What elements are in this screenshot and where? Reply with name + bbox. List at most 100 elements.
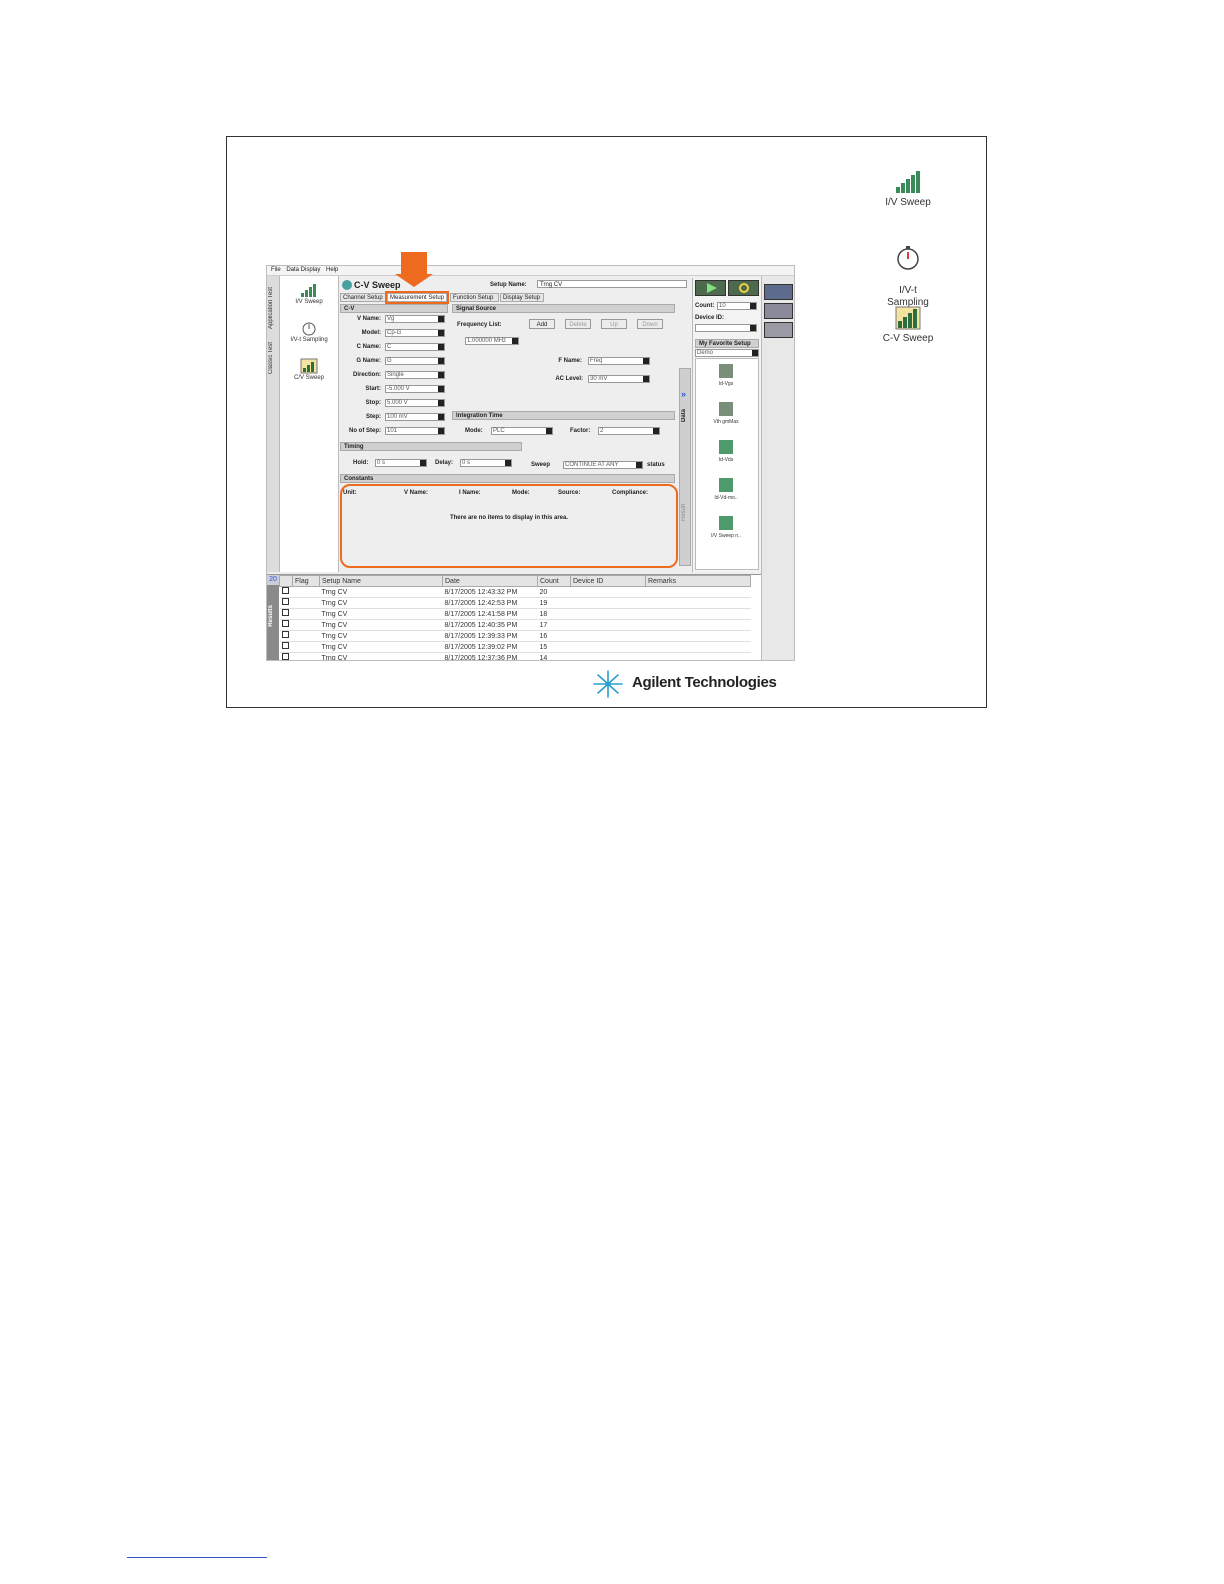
desktop-icon-cv-sweep[interactable]: C-V Sweep [863,305,953,345]
hold-input[interactable]: 0 s [375,459,427,467]
favorite-item-label: I/V Sweep n.. [711,533,741,539]
menu-data-display[interactable]: Data Display [286,266,320,275]
delay-label: Delay: [435,460,454,466]
favorite-setup-header[interactable]: My Favorite Setup [695,339,759,348]
col-device-id[interactable]: Device ID [570,575,646,587]
c-name-input[interactable]: C [385,343,445,351]
model-select[interactable]: Cp-G [385,329,445,337]
run-button[interactable] [695,280,726,296]
g-name-input[interactable]: G [385,357,445,365]
right-column: Count: 10 Device ID: My Favorite Setup D… [692,278,761,572]
signal-source-header: Signal Source [452,304,675,313]
row-checkbox[interactable] [281,631,289,638]
favorite-item-id-vds[interactable]: Id-Vds [706,439,746,463]
desktop-icon-ivt-sampling[interactable]: I/V-t Sampling [863,233,953,309]
mode-label: Mode: [465,428,483,434]
col-date[interactable]: Date [442,575,538,587]
timing-header: Timing [340,442,522,451]
f-name-input[interactable]: Freq [588,357,650,365]
iv-sweep-icon [719,364,733,378]
table-row[interactable]: Trng CV 8/17/2005 12:40:35 PM 17 [279,619,751,631]
iv-sweep-icon [719,440,733,454]
device-id-input[interactable] [695,324,757,332]
favorite-item-id-vd-mo[interactable]: Id-Vd-mo.. [706,477,746,501]
iv-sweep-icon [719,516,733,530]
up-frequency-button[interactable]: Up [601,319,627,329]
model-label: Model: [361,330,381,336]
tab-display-setup[interactable]: Display Setup [500,293,544,302]
iv-sweep-icon [301,284,316,297]
add-frequency-button[interactable]: Add [529,319,555,329]
favorite-item-iv-sweep[interactable]: I/V Sweep n.. [706,515,746,539]
row-checkbox[interactable] [281,620,289,627]
left-item-cv-sweep[interactable]: C/V Sweep [284,358,334,381]
row-checkbox[interactable] [281,609,289,616]
tab-measurement-setup[interactable]: Measurement Setup [385,291,449,304]
table-row[interactable]: Trng CV 8/17/2005 12:42:53 PM 19 [279,597,751,609]
setup-name-label: Setup Name: [490,282,527,288]
constants-col-v-name: V Name: [404,490,429,496]
direction-select[interactable]: Single [385,371,445,379]
agilent-logo: Agilent Technologies [588,669,777,699]
row-checkbox[interactable] [281,653,289,660]
favorite-item-id-vgs[interactable]: Id-Vgs [706,363,746,387]
repeat-icon [739,283,749,293]
col-flag[interactable]: Flag [292,575,320,587]
table-row[interactable]: Trng CV 8/17/2005 12:37:36 PM 14 [279,652,751,660]
col-remarks[interactable]: Remarks [645,575,751,587]
f-name-label: F Name: [558,358,582,364]
delay-input[interactable]: 0 s [460,459,512,467]
left-item-ivt-sampling[interactable]: I/V-t Sampling [284,320,334,343]
factor-input[interactable]: 2 [598,427,660,435]
row-checkbox[interactable] [281,598,289,605]
brand-name: Agilent Technologies [632,674,777,691]
results-panel: 20 Results Flag Setup Name Date Count De… [267,574,761,660]
setup-name-input[interactable]: Trng CV [537,280,687,288]
step-input[interactable]: 100 mV [385,413,445,421]
start-input[interactable]: -5.000 V [385,385,445,393]
repeat-button[interactable] [728,280,759,296]
favorite-filter-select[interactable]: Demo [695,349,759,357]
no-of-step-input[interactable]: 101 [385,427,445,435]
favorite-item-vth-gmmax[interactable]: Vth gmMax [706,401,746,425]
down-frequency-button[interactable]: Down [637,319,663,329]
col-setup-name[interactable]: Setup Name [319,575,443,587]
row-checkbox[interactable] [281,587,289,594]
window-button-3[interactable] [764,322,793,338]
delete-frequency-button[interactable]: Delete [565,319,591,329]
window-button-2[interactable] [764,303,793,319]
tab-classic-test[interactable]: Classic Test [268,338,278,378]
table-row[interactable]: Trng CV 8/17/2005 12:39:33 PM 16 [279,630,751,642]
tab-function-setup[interactable]: Function Setup [450,293,499,302]
desktop-icon-iv-sweep[interactable]: I/V Sweep [863,169,953,209]
iv-sweep-icon [719,478,733,492]
cv-section-header: C-V [340,304,448,313]
table-row[interactable]: Trng CV 8/17/2005 12:39:02 PM 15 [279,641,751,653]
mode-select[interactable]: PLC [491,427,553,435]
menu-help[interactable]: Help [326,266,338,275]
frequency-list-label: Frequency List: [457,322,502,328]
sweep-select[interactable]: CONTINUE AT ANY [563,461,643,469]
count-input[interactable]: 10 [717,302,757,310]
tab-channel-setup[interactable]: Channel Setup [340,293,386,302]
window-button-1[interactable] [764,284,793,300]
table-row[interactable]: Trng CV 8/17/2005 12:41:58 PM 18 [279,608,751,620]
left-item-iv-sweep[interactable]: I/V Sweep [284,282,334,305]
constants-col-unit: Unit: [343,490,357,496]
chevron-right-icon[interactable]: » [681,389,686,399]
desktop-icon-label: C-V Sweep [882,333,934,344]
tab-application-test[interactable]: Application Test [268,280,278,336]
menu-file[interactable]: File [271,266,281,275]
side-strip: » Data Result [679,368,691,566]
v-name-input[interactable]: Vg [385,315,445,323]
left-panel: I/V Sweep I/V-t Sampling C/V Sweep [280,276,339,572]
stop-input[interactable]: 5.000 V [385,399,445,407]
window-title: C-V Sweep [354,280,401,290]
results-tab[interactable]: Results [267,585,279,660]
frequency-value-input[interactable]: 1.000000 MHz [465,337,519,345]
constants-header: Constants [340,474,675,483]
row-checkbox[interactable] [281,642,289,649]
table-row[interactable]: Trng CV 8/17/2005 12:43:32 PM 20 [279,586,751,598]
col-count[interactable]: Count [537,575,571,587]
ac-level-input[interactable]: 30 mV [588,375,650,383]
